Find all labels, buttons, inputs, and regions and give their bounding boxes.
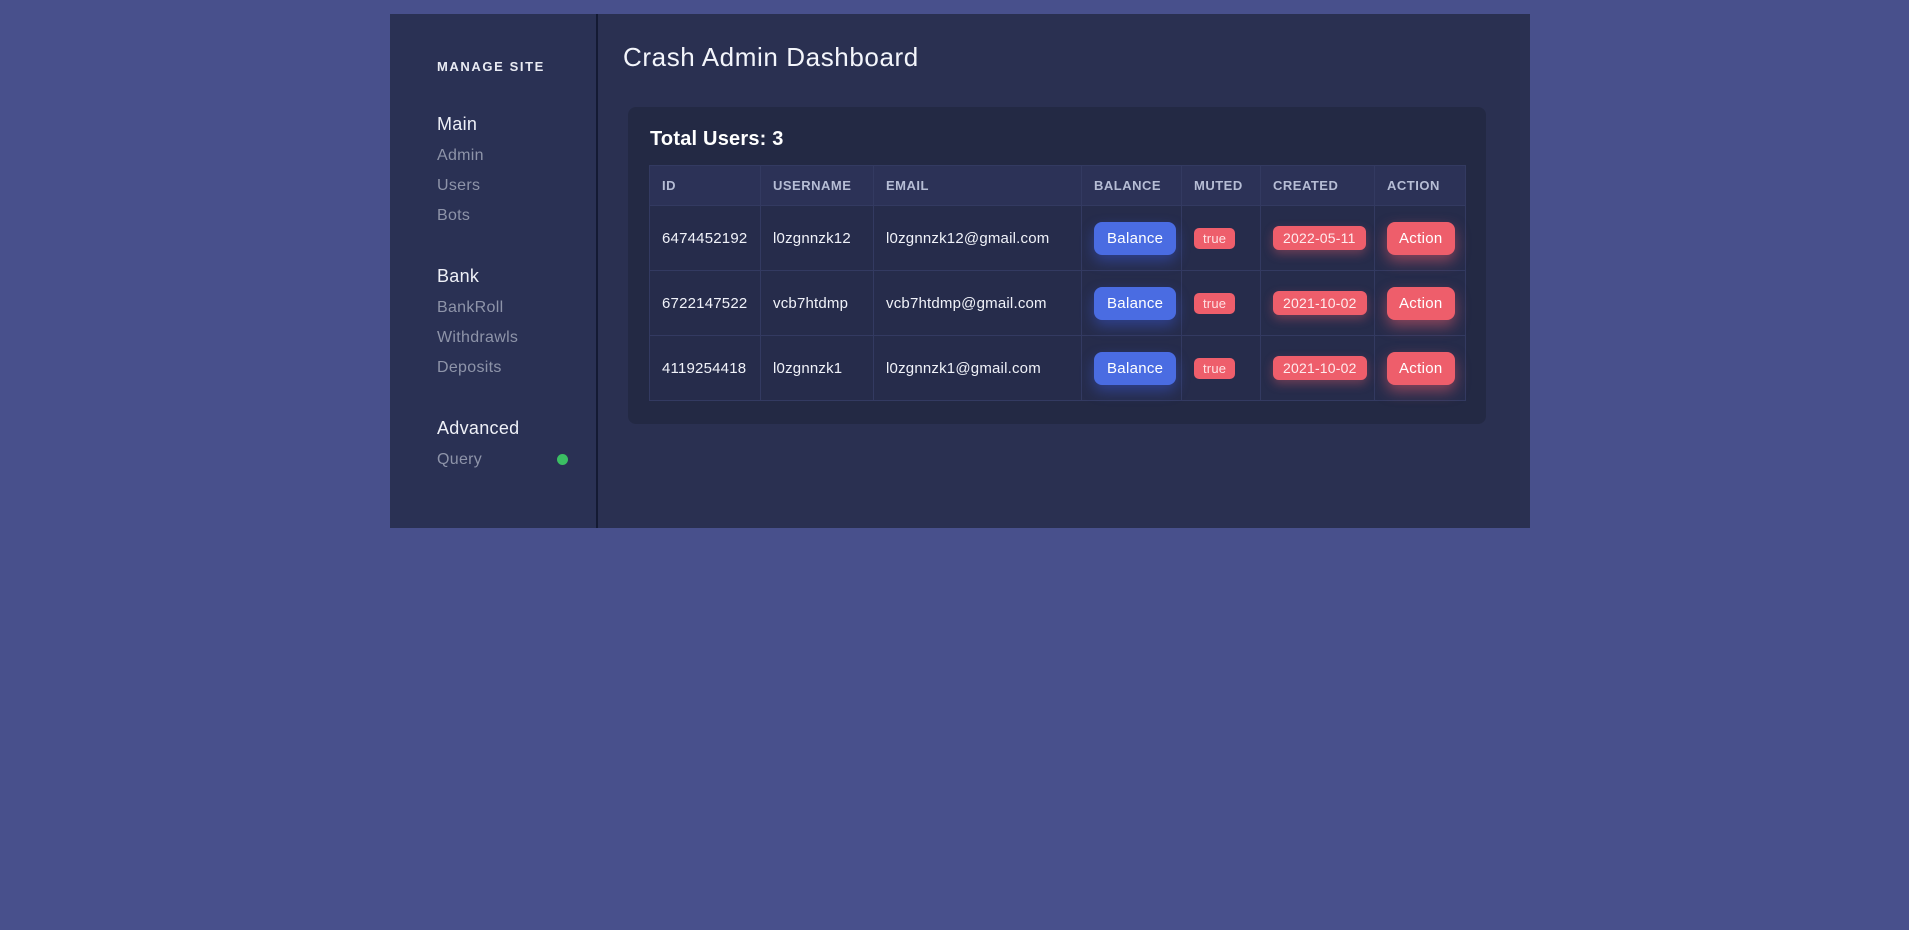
sidebar-section-bank: Bank bbox=[437, 264, 568, 288]
app-panel: MANAGE SITE Main Admin Users Bots Bank B… bbox=[390, 14, 1530, 528]
sidebar-item-query[interactable]: Query bbox=[437, 449, 568, 470]
created-date-badge: 2021-10-02 bbox=[1273, 356, 1367, 380]
sidebar-item-label: Query bbox=[437, 449, 482, 470]
table-row: 6474452192 l0zgnnzk12 l0zgnnzk12@gmail.c… bbox=[650, 206, 1466, 271]
cell-username: l0zgnnzk12 bbox=[761, 206, 874, 271]
muted-badge: true bbox=[1194, 293, 1235, 314]
table-row: 4119254418 l0zgnnzk1 l0zgnnzk1@gmail.com… bbox=[650, 336, 1466, 401]
muted-badge: true bbox=[1194, 228, 1235, 249]
col-header-email: EMAIL bbox=[874, 166, 1082, 206]
page-title: Crash Admin Dashboard bbox=[623, 42, 919, 73]
users-card: Total Users: 3 ID USERNAME EMAIL BALANCE… bbox=[628, 107, 1486, 424]
sidebar-item-label: Deposits bbox=[437, 357, 502, 378]
sidebar-item-bankroll[interactable]: BankRoll bbox=[437, 297, 568, 318]
main-content: Crash Admin Dashboard Total Users: 3 ID … bbox=[598, 14, 1530, 528]
sidebar-item-bots[interactable]: Bots bbox=[437, 205, 568, 226]
cell-email: l0zgnnzk12@gmail.com bbox=[874, 206, 1082, 271]
action-button[interactable]: Action bbox=[1387, 352, 1455, 385]
cell-created: 2021-10-02 bbox=[1261, 271, 1375, 336]
table-header-row: ID USERNAME EMAIL BALANCE MUTED CREATED … bbox=[650, 166, 1466, 206]
sidebar-item-label: BankRoll bbox=[437, 297, 503, 318]
cell-email: l0zgnnzk1@gmail.com bbox=[874, 336, 1082, 401]
created-date-badge: 2021-10-02 bbox=[1273, 291, 1367, 315]
cell-action: Action bbox=[1375, 336, 1466, 401]
col-header-created: CREATED bbox=[1261, 166, 1375, 206]
cell-username: l0zgnnzk1 bbox=[761, 336, 874, 401]
sidebar-item-withdrawls[interactable]: Withdrawls bbox=[437, 327, 568, 348]
sidebar-brand-label: MANAGE SITE bbox=[437, 60, 568, 74]
total-users-label: Total Users: 3 bbox=[650, 128, 1465, 151]
sidebar-item-deposits[interactable]: Deposits bbox=[437, 357, 568, 378]
col-header-balance: BALANCE bbox=[1082, 166, 1182, 206]
col-header-muted: MUTED bbox=[1182, 166, 1261, 206]
sidebar-section-advanced: Advanced bbox=[437, 416, 568, 440]
muted-badge: true bbox=[1194, 358, 1235, 379]
sidebar-item-label: Admin bbox=[437, 145, 484, 166]
sidebar-item-admin[interactable]: Admin bbox=[437, 145, 568, 166]
cell-balance: Balance bbox=[1082, 336, 1182, 401]
balance-button[interactable]: Balance bbox=[1094, 287, 1176, 320]
balance-button[interactable]: Balance bbox=[1094, 222, 1176, 255]
cell-balance: Balance bbox=[1082, 271, 1182, 336]
col-header-action: ACTION bbox=[1375, 166, 1466, 206]
cell-username: vcb7htdmp bbox=[761, 271, 874, 336]
col-header-id: ID bbox=[650, 166, 761, 206]
created-date-badge: 2022-05-11 bbox=[1273, 226, 1366, 250]
online-status-dot-icon bbox=[557, 454, 568, 465]
sidebar-item-users[interactable]: Users bbox=[437, 175, 568, 196]
cell-email: vcb7htdmp@gmail.com bbox=[874, 271, 1082, 336]
cell-created: 2022-05-11 bbox=[1261, 206, 1375, 271]
action-button[interactable]: Action bbox=[1387, 287, 1455, 320]
balance-button[interactable]: Balance bbox=[1094, 352, 1176, 385]
col-header-username: USERNAME bbox=[761, 166, 874, 206]
cell-muted: true bbox=[1182, 206, 1261, 271]
sidebar-item-label: Bots bbox=[437, 205, 470, 226]
cell-muted: true bbox=[1182, 271, 1261, 336]
cell-action: Action bbox=[1375, 206, 1466, 271]
action-button[interactable]: Action bbox=[1387, 222, 1455, 255]
sidebar-item-label: Users bbox=[437, 175, 480, 196]
cell-id: 4119254418 bbox=[650, 336, 761, 401]
table-row: 6722147522 vcb7htdmp vcb7htdmp@gmail.com… bbox=[650, 271, 1466, 336]
sidebar: MANAGE SITE Main Admin Users Bots Bank B… bbox=[390, 14, 598, 528]
cell-muted: true bbox=[1182, 336, 1261, 401]
cell-created: 2021-10-02 bbox=[1261, 336, 1375, 401]
cell-id: 6722147522 bbox=[650, 271, 761, 336]
sidebar-item-label: Withdrawls bbox=[437, 327, 518, 348]
users-table: ID USERNAME EMAIL BALANCE MUTED CREATED … bbox=[649, 165, 1466, 401]
cell-action: Action bbox=[1375, 271, 1466, 336]
cell-id: 6474452192 bbox=[650, 206, 761, 271]
sidebar-section-main: Main bbox=[437, 112, 568, 136]
cell-balance: Balance bbox=[1082, 206, 1182, 271]
